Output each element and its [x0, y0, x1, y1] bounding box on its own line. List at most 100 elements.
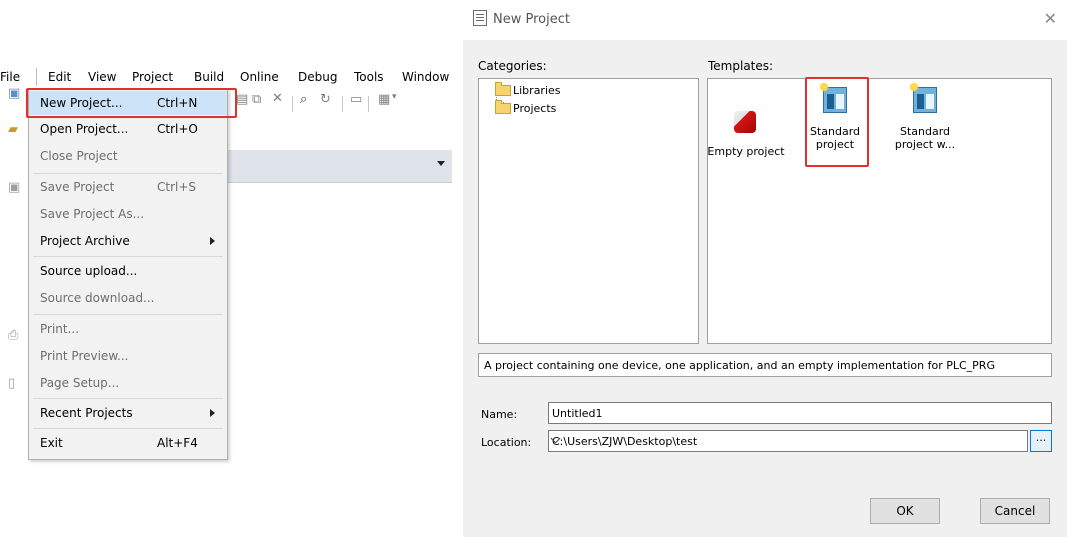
location-label: Location: [481, 436, 532, 449]
page-setup-icon: ▯ [8, 376, 16, 391]
categories-label: Categories: [478, 59, 547, 73]
replace-icon[interactable]: ↻ [320, 92, 331, 107]
menu-item-label: Save Project [40, 180, 115, 194]
menu-item-shortcut: Ctrl+S [157, 180, 197, 194]
folder-icon [495, 100, 511, 114]
delete-icon[interactable]: ✕ [272, 91, 283, 106]
menu-build[interactable]: Build [194, 70, 224, 84]
menu-window[interactable]: Window [402, 70, 449, 84]
callout-highlight-new-project [26, 88, 237, 118]
menu-item-label: Save Project As... [40, 207, 145, 221]
toolbar-separator [342, 96, 343, 112]
menu-item-print-preview[interactable]: Print Preview... [29, 344, 227, 368]
menu-debug[interactable]: Debug [298, 70, 337, 84]
file-menu: New Project... Ctrl+N Open Project... Ct… [28, 88, 228, 460]
tree-item-label: Projects [513, 102, 557, 115]
menu-item-label: Project Archive [40, 234, 130, 248]
categories-tree[interactable]: Libraries Projects [478, 78, 699, 344]
standard-project-icon [909, 82, 941, 117]
templates-label: Templates: [708, 59, 774, 73]
browse-label: ... [1035, 431, 1047, 444]
grid-icon[interactable]: ▦ [378, 92, 390, 107]
menu-item-save-project-as[interactable]: Save Project As... [29, 202, 227, 226]
menu-item-label: Source download... [40, 291, 155, 305]
cancel-label: Cancel [994, 504, 1036, 518]
submenu-arrow-icon [210, 237, 215, 245]
panel-header [226, 150, 452, 183]
description-text: A project containing one device, one app… [484, 359, 995, 372]
menu-separator [33, 428, 223, 429]
chevron-down-icon[interactable] [437, 161, 445, 166]
submenu-arrow-icon [210, 409, 215, 417]
location-value: C:\Users\ZJW\Desktop\test [552, 435, 698, 448]
toolbar-separator [292, 96, 293, 112]
window-icon[interactable]: ▭ [350, 92, 362, 107]
menu-item-label: Source upload... [40, 264, 138, 278]
menu-item-label: Print Preview... [40, 349, 129, 363]
template-description: A project containing one device, one app… [478, 353, 1052, 377]
menu-item-recent-projects[interactable]: Recent Projects [29, 401, 227, 425]
menu-item-label: Recent Projects [40, 406, 133, 420]
template-label: Empty project [707, 145, 785, 158]
menu-item-source-upload[interactable]: Source upload... [29, 259, 227, 283]
find-icon[interactable]: ⌕ [300, 92, 307, 107]
new-project-dialog: New Project ✕ Categories: Templates: Lib… [463, 0, 1067, 537]
menu-item-shortcut: Ctrl+O [157, 122, 198, 136]
name-label: Name: [481, 408, 518, 421]
menu-item-label: Page Setup... [40, 376, 120, 390]
menu-separator [33, 173, 223, 174]
tree-item-libraries[interactable]: Libraries [495, 82, 561, 99]
menu-item-label: Close Project [40, 149, 118, 163]
menu-separator [33, 256, 223, 257]
menu-online[interactable]: Online [240, 70, 279, 84]
templates-panel: Empty project Standard project Standard … [707, 78, 1052, 344]
menu-edit[interactable]: Edit [48, 70, 71, 84]
location-combobox[interactable]: C:\Users\ZJW\Desktop\test [548, 430, 1028, 452]
paste-icon[interactable]: ▤ [236, 92, 248, 107]
open-folder-icon: ▰ [8, 122, 18, 137]
menu-item-save-project[interactable]: Save Project Ctrl+S [29, 175, 227, 199]
menu-item-label: Exit [40, 436, 63, 450]
menu-divider [36, 68, 37, 86]
menu-item-label: Open Project... [40, 122, 129, 136]
menu-item-close-project[interactable]: Close Project [29, 144, 227, 168]
close-icon[interactable]: ✕ [1044, 9, 1057, 28]
menu-item-project-archive[interactable]: Project Archive [29, 229, 227, 253]
save-icon: ▣ [8, 180, 21, 195]
menu-tools[interactable]: Tools [354, 70, 384, 84]
template-standard-project-w[interactable]: Standard project w... [885, 82, 965, 151]
new-project-icon: ▣ [8, 86, 21, 101]
template-label: Standard [899, 125, 951, 138]
browse-button[interactable]: ... [1030, 430, 1052, 452]
menu-item-exit[interactable]: Exit Alt+F4 [29, 431, 227, 455]
tree-item-projects[interactable]: Projects [495, 100, 557, 117]
folder-icon [495, 82, 511, 96]
menu-separator [33, 398, 223, 399]
menu-project[interactable]: Project [132, 70, 173, 84]
ok-label: OK [896, 504, 914, 518]
menu-view[interactable]: View [88, 70, 116, 84]
menu-item-label: Print... [40, 322, 80, 336]
menu-item-source-download[interactable]: Source download... [29, 286, 227, 310]
print-icon: ⎙ [8, 328, 19, 343]
menu-icon-gutter: ▣ ▰ ▣ ⎙ ▯ [0, 86, 30, 460]
template-label: project w... [894, 138, 956, 151]
menu-item-print[interactable]: Print... [29, 317, 227, 341]
menu-item-open-project[interactable]: Open Project... Ctrl+O [29, 117, 227, 141]
red-cube-icon [730, 105, 762, 137]
menu-item-page-setup[interactable]: Page Setup... [29, 371, 227, 395]
dialog-titlebar: New Project ✕ [463, 0, 1067, 40]
chevron-down-icon[interactable]: ▾ [392, 92, 397, 102]
menu-file[interactable]: File [0, 70, 20, 84]
name-input[interactable]: Untitled1 [548, 402, 1052, 424]
copy-icon[interactable]: ⧉ [252, 92, 261, 107]
name-value: Untitled1 [552, 407, 603, 420]
callout-highlight-standard-project [805, 77, 869, 167]
tree-item-label: Libraries [513, 84, 561, 97]
new-project-icon [473, 10, 487, 26]
menu-separator [33, 314, 223, 315]
menu-item-shortcut: Alt+F4 [157, 436, 198, 450]
template-empty-project[interactable]: Empty project [706, 105, 786, 158]
ok-button[interactable]: OK [870, 498, 940, 524]
cancel-button[interactable]: Cancel [980, 498, 1050, 524]
